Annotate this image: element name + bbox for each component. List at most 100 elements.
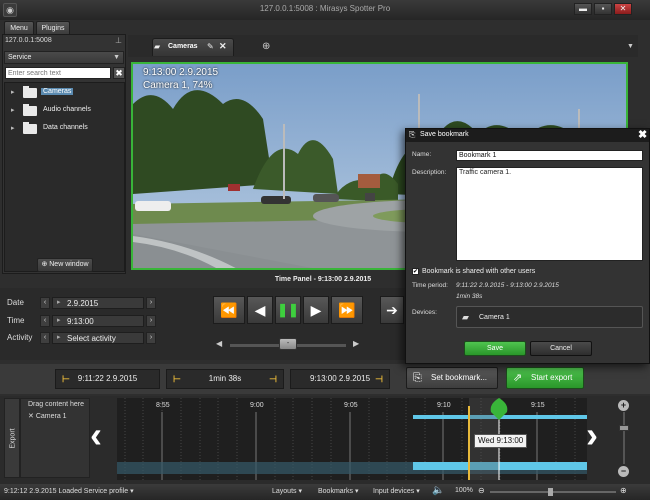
zoom-in-small-icon[interactable]: ⊕: [620, 486, 627, 495]
date-prev-button[interactable]: ‹: [40, 297, 50, 309]
speed-slider-knob[interactable]: -: [279, 338, 297, 350]
plugins-tab[interactable]: Plugins: [36, 21, 70, 35]
restore-icon[interactable]: ▪: [594, 3, 612, 15]
save-bookmark-dialog: ⎘ Save bookmark ✖ Name: Bookmark 1 Descr…: [405, 128, 650, 364]
expand-arrow-icon[interactable]: ▸: [11, 106, 15, 114]
zoom-slider-knob[interactable]: [548, 488, 553, 496]
bookmarks-label: Bookmarks: [318, 488, 354, 495]
volume-icon[interactable]: 🔈: [432, 485, 444, 496]
export-drop-zone[interactable]: [20, 398, 90, 478]
zoom-level: 100%: [455, 487, 473, 494]
time-field[interactable]: ▸ 9:13:00: [52, 315, 144, 327]
minimize-icon[interactable]: ▬: [574, 3, 592, 15]
tab-label: Cameras: [168, 43, 198, 50]
status-message[interactable]: 9:12:12 2.9.2015 Loaded Service profile …: [4, 487, 134, 495]
chevron-down-icon: ▾: [128, 488, 134, 495]
export-camera-label: Camera 1: [35, 413, 67, 420]
tabs-menu-icon[interactable]: ▼: [627, 43, 634, 50]
date-field[interactable]: ▸ 2.9.2015: [52, 297, 144, 309]
folder-icon: [23, 104, 37, 116]
shared-checkbox[interactable]: ✔: [412, 268, 419, 275]
menu-tab[interactable]: Menu: [4, 21, 34, 35]
chevron-down-icon: ▾: [296, 488, 302, 495]
tick-label: 9:15: [531, 402, 545, 409]
export-camera-item[interactable]: ✕ Camera 1: [28, 412, 67, 420]
close-icon[interactable]: ✕: [614, 3, 632, 15]
export-end-field[interactable]: 9:13:00 2.9.2015 ⊣: [290, 369, 390, 389]
input-devices-menu[interactable]: Input devices ▾: [373, 487, 420, 495]
export-duration-field[interactable]: ⊢ 1min 38s ⊣: [166, 369, 284, 389]
cancel-button[interactable]: Cancel: [530, 341, 592, 356]
export-start-field[interactable]: ⊢ 9:11:22 2.9.2015: [55, 369, 160, 389]
bookmark-name-field[interactable]: Bookmark 1: [456, 150, 643, 161]
activity-select[interactable]: ▸ Select activity: [52, 332, 144, 344]
remove-icon[interactable]: ✕: [28, 413, 36, 420]
fast-rewind-button[interactable]: ⏪: [213, 296, 245, 324]
step-back-button[interactable]: ◀: [247, 296, 273, 324]
close-tab-icon[interactable]: ✕: [219, 41, 227, 52]
expand-arrow-icon[interactable]: ▸: [11, 88, 15, 96]
export-side-panel[interactable]: Export: [4, 398, 20, 478]
activity-value: Select activity: [67, 334, 116, 343]
speed-left-icon[interactable]: ◀: [216, 339, 222, 348]
set-bookmark-label: Set bookmark...: [431, 373, 488, 382]
timeline-zoom-knob[interactable]: [619, 425, 629, 431]
device-item-label: Camera 1: [479, 314, 510, 321]
timeline-scroll-right-icon[interactable]: ›: [586, 417, 598, 453]
status-message-text: 9:12:12 2.9.2015 Loaded Service profile: [4, 488, 129, 495]
zoom-slider[interactable]: [490, 491, 616, 493]
chevron-down-icon: ▾: [353, 488, 359, 495]
activity-arrow-icon: ▸: [57, 334, 61, 341]
start-export-button[interactable]: ⇗ Start export: [506, 367, 584, 389]
speed-right-icon[interactable]: ▶: [353, 339, 359, 348]
jump-forward-button[interactable]: ➔: [380, 296, 404, 324]
tree-item-label: Audio channels: [43, 106, 91, 113]
service-select-label: Service: [8, 54, 32, 61]
chevron-down-icon: ▼: [113, 54, 120, 61]
edit-tab-icon[interactable]: ✎: [207, 42, 214, 51]
date-next-button[interactable]: ›: [146, 297, 156, 309]
add-tab-icon[interactable]: ⊕: [262, 41, 270, 52]
pause-button[interactable]: ❚❚: [275, 296, 301, 324]
time-field-arrow-icon: ▸: [57, 317, 61, 324]
set-bookmark-button[interactable]: ⎘ Set bookmark...: [406, 367, 498, 389]
bookmark-description-field[interactable]: Traffic camera 1.: [456, 167, 643, 261]
fast-forward-button[interactable]: ⏩: [331, 296, 363, 324]
date-value: 2.9.2015: [67, 299, 99, 308]
zoom-out-icon[interactable]: −: [618, 466, 629, 477]
activity-prev-button[interactable]: ‹: [40, 332, 50, 344]
new-window-button[interactable]: ⊕ New window: [37, 258, 93, 272]
chevron-down-icon: ▾: [414, 488, 420, 495]
timeline-scroll-left-icon[interactable]: ‹: [90, 417, 102, 453]
timeline-cursor-label: Wed 9:13:00: [474, 434, 528, 448]
save-button[interactable]: Save: [464, 341, 526, 356]
tree-item-label: Data channels: [43, 124, 88, 131]
timeline-zoom-track[interactable]: [623, 412, 625, 464]
expand-arrow-icon[interactable]: ▸: [11, 124, 15, 132]
time-label: Time: [7, 316, 25, 325]
time-prev-button[interactable]: ‹: [40, 315, 50, 327]
new-window-label: New window: [49, 261, 89, 268]
drag-hint: Drag content here: [28, 401, 85, 408]
dialog-title: Save bookmark: [420, 131, 469, 138]
search-input[interactable]: [5, 67, 111, 79]
tick-label: 9:05: [344, 402, 358, 409]
clear-search-icon[interactable]: ✖: [113, 67, 125, 79]
start-export-label: Start export: [531, 373, 573, 382]
bookmarks-menu[interactable]: Bookmarks ▾: [318, 487, 358, 495]
server-address: 127.0.0.1:5008: [5, 37, 52, 44]
video-timestamp: 9:13:00 2.9.2015: [143, 67, 219, 78]
time-next-button[interactable]: ›: [146, 315, 156, 327]
zoom-in-icon[interactable]: +: [618, 400, 629, 411]
tree-item-label: Cameras: [41, 88, 74, 95]
activity-next-button[interactable]: ›: [146, 332, 156, 344]
tick-label: 9:00: [250, 402, 264, 409]
service-select[interactable]: Service ▼: [4, 51, 124, 64]
time-period-duration: 1min 38s: [456, 293, 483, 300]
dialog-close-icon[interactable]: ✖: [638, 128, 647, 141]
zoom-out-small-icon[interactable]: ⊖: [478, 486, 485, 495]
pin-icon[interactable]: ⊥: [115, 36, 122, 45]
time-value: 9:13:00: [67, 317, 94, 326]
layouts-menu[interactable]: Layouts ▾: [272, 487, 302, 495]
play-button[interactable]: ▶: [303, 296, 329, 324]
